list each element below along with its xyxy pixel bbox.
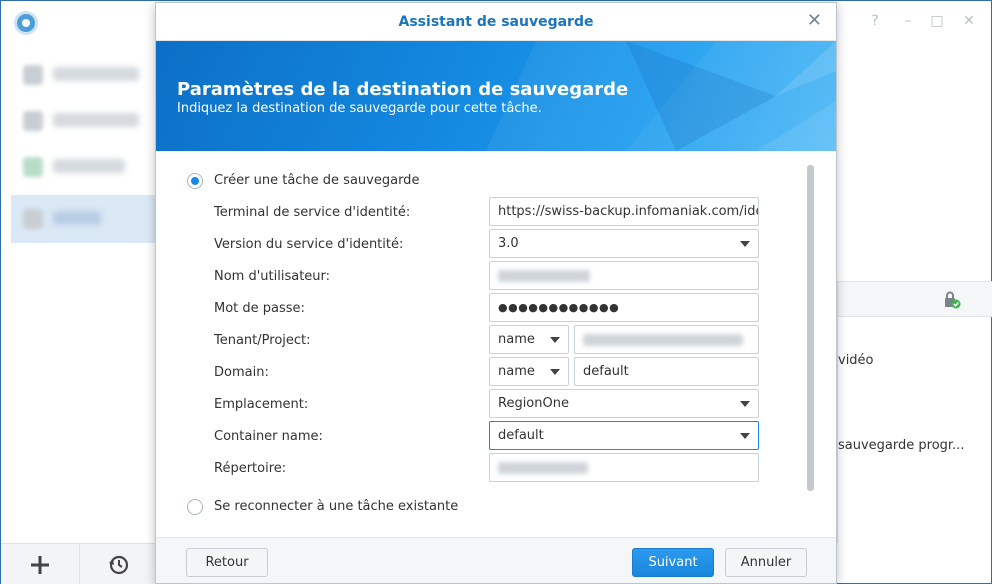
reconnect-task-label[interactable]: Se reconnecter à une tâche existante: [214, 499, 458, 514]
back-button[interactable]: Retour: [186, 548, 268, 577]
minimize-icon[interactable]: –: [900, 13, 916, 29]
app-logo-icon: [14, 11, 38, 35]
domain-label: Domain:: [214, 365, 269, 380]
backup-wizard-dialog: Assistant de sauvegarde ✕ Paramètres de …: [155, 2, 837, 584]
container-select[interactable]: default: [489, 421, 759, 450]
version-label: Version du service d'identité:: [214, 237, 404, 252]
sidebar-item-label: [53, 159, 125, 173]
dialog-title: Assistant de sauvegarde: [398, 14, 594, 30]
sidebar-item-label: [53, 113, 139, 127]
chevron-down-icon: [740, 433, 750, 439]
tenant-mode-select[interactable]: name: [489, 325, 569, 354]
location-value: RegionOne: [498, 396, 569, 411]
dialog-footer: Retour Suivant Annuler: [156, 537, 836, 583]
sidebar-item-label: [53, 67, 139, 81]
detail-panel: vidéo sauvegarde progr...: [837, 281, 992, 543]
version-select[interactable]: 3.0: [489, 229, 759, 258]
domain-mode-select[interactable]: name: [489, 357, 569, 386]
banner-title: Paramètres de la destination de sauvegar…: [177, 79, 629, 100]
create-task-radio[interactable]: [187, 173, 203, 189]
banner-subtitle: Indiquez la destination de sauvegarde po…: [177, 101, 542, 116]
chevron-down-icon: [550, 337, 560, 343]
detail-text: vidéo: [838, 353, 874, 368]
wizard-form: Créer une tâche de sauvegarde Terminal d…: [156, 151, 836, 537]
password-input[interactable]: ●●●●●●●●●●●●: [489, 293, 759, 322]
container-value: default: [498, 428, 544, 443]
sidebar-item-label: [53, 211, 101, 225]
create-task-label[interactable]: Créer une tâche de sauvegarde: [214, 173, 419, 188]
location-select[interactable]: RegionOne: [489, 389, 759, 418]
close-icon[interactable]: ✕: [807, 12, 822, 30]
form-scrollbar[interactable]: [807, 165, 814, 491]
sidebar-item[interactable]: [11, 97, 157, 145]
directory-label: Répertoire:: [214, 461, 287, 476]
plus-icon: [31, 555, 49, 574]
wizard-banner: Paramètres de la destination de sauvegar…: [156, 41, 836, 151]
sidebar-item-icon: [23, 111, 43, 131]
password-label: Mot de passe:: [214, 301, 305, 316]
restore-button[interactable]: [79, 544, 157, 584]
username-label: Nom d'utilisateur:: [214, 269, 331, 284]
close-window-icon[interactable]: ✕: [961, 13, 977, 29]
location-label: Emplacement:: [214, 397, 309, 412]
history-icon: [108, 555, 128, 574]
chevron-down-icon: [740, 401, 750, 407]
sidebar-item-icon: [23, 157, 43, 177]
lock-check-icon: [945, 291, 961, 309]
domain-input[interactable]: default: [574, 357, 759, 386]
domain-mode-value: name: [498, 364, 535, 379]
dialog-titlebar: Assistant de sauvegarde ✕: [156, 3, 836, 41]
username-redacted: [498, 269, 590, 282]
container-label: Container name:: [214, 429, 323, 444]
tenant-input[interactable]: [574, 325, 759, 354]
sidebar-item[interactable]: [11, 51, 157, 99]
sidebar-item-icon: [23, 65, 43, 85]
sidebar-toolbar: [1, 543, 157, 584]
sidebar-item-icon: [23, 209, 43, 229]
help-icon[interactable]: ?: [867, 13, 883, 29]
tenant-mode-value: name: [498, 332, 535, 347]
chevron-down-icon: [740, 241, 750, 247]
directory-input[interactable]: [489, 453, 759, 482]
endpoint-label: Terminal de service d'identité:: [214, 205, 411, 220]
next-button[interactable]: Suivant: [632, 548, 714, 577]
username-input[interactable]: [489, 261, 759, 290]
sidebar: [1, 43, 157, 543]
version-value: 3.0: [498, 236, 519, 251]
directory-redacted: [498, 461, 588, 474]
maximize-icon[interactable]: □: [929, 13, 945, 29]
cancel-button[interactable]: Annuler: [725, 548, 807, 577]
sidebar-item[interactable]: [11, 143, 157, 191]
detail-text: sauvegarde progr...: [838, 438, 965, 453]
detail-panel-header: [838, 281, 992, 317]
add-button[interactable]: [1, 544, 79, 584]
reconnect-task-radio[interactable]: [187, 499, 203, 515]
chevron-down-icon: [550, 369, 560, 375]
endpoint-input[interactable]: https://swiss-backup.infomaniak.com/ide: [489, 197, 759, 226]
sidebar-item-active[interactable]: [11, 195, 157, 243]
tenant-label: Tenant/Project:: [214, 333, 311, 348]
tenant-redacted: [583, 333, 743, 346]
